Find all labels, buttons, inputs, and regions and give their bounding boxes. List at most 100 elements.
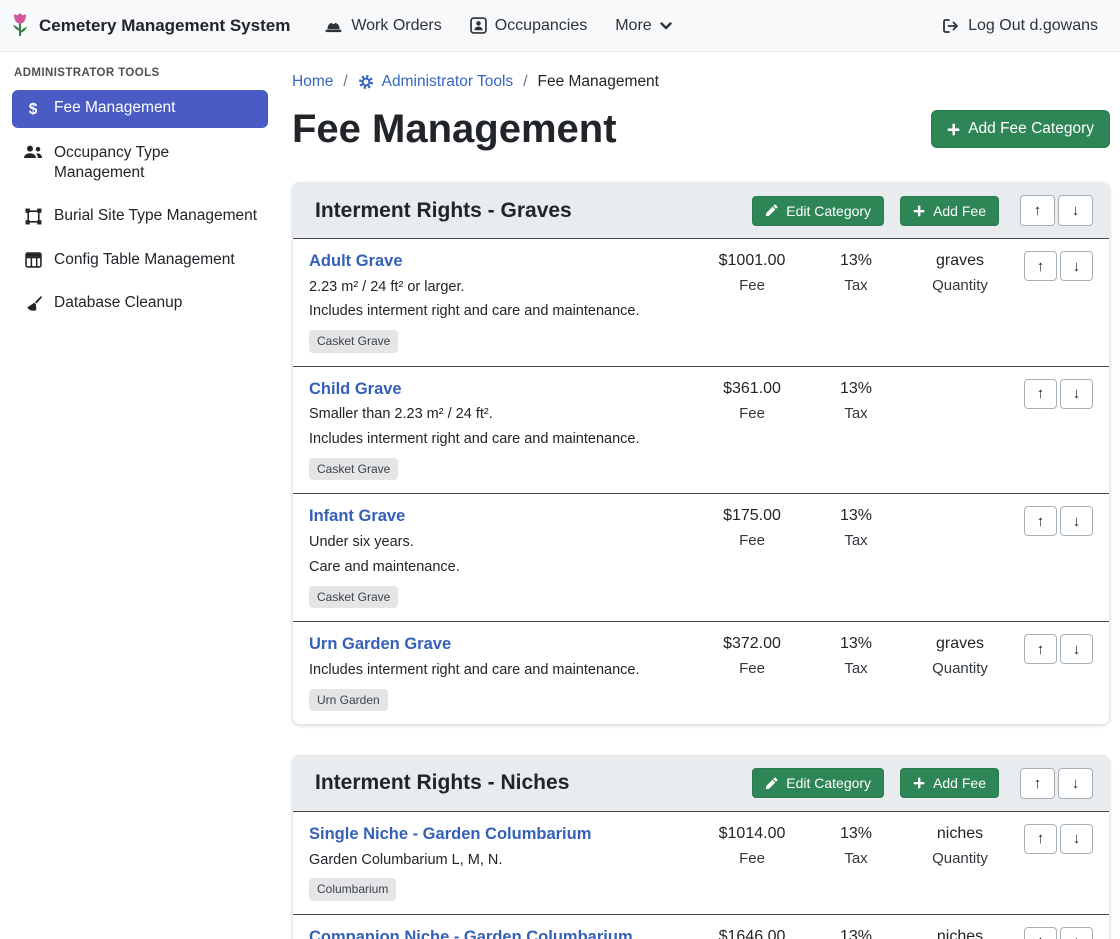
fee-row: Child Grave Smaller than 2.23 m² / 24 ft… xyxy=(293,366,1109,494)
move-fee-down-button[interactable]: ↓ xyxy=(1060,824,1093,854)
breadcrumb-admin-tools-link[interactable]: Administrator Tools xyxy=(358,73,514,91)
category-reorder-controls: ↑ ↓ xyxy=(1020,768,1093,799)
hard-hat-icon xyxy=(324,18,343,34)
nav-more-label: More xyxy=(615,17,651,35)
fee-amount-label: Fee xyxy=(699,405,805,422)
move-category-up-button[interactable]: ↑ xyxy=(1020,768,1055,799)
breadcrumb-admin-tools-label: Administrator Tools xyxy=(382,73,514,91)
move-fee-up-button[interactable]: ↑ xyxy=(1024,634,1057,664)
fee-amount-col: $1646.00 Fee xyxy=(699,927,805,939)
sidebar-item-config-table-management[interactable]: Config Table Management xyxy=(12,242,268,278)
fee-description: Garden Columbarium L, M, N. xyxy=(309,851,699,870)
fee-amount-col: $175.00 Fee xyxy=(699,506,805,549)
move-fee-down-button[interactable]: ↓ xyxy=(1060,927,1093,939)
flower-logo-icon xyxy=(10,12,30,39)
pencil-icon xyxy=(765,204,778,217)
move-category-down-button[interactable]: ↓ xyxy=(1058,768,1093,799)
add-fee-button[interactable]: Add Fee xyxy=(900,196,999,226)
fee-info: Infant Grave Under six years. Care and m… xyxy=(309,506,699,608)
add-fee-button[interactable]: Add Fee xyxy=(900,768,999,798)
move-category-up-button[interactable]: ↑ xyxy=(1020,195,1055,226)
breadcrumb-home-label: Home xyxy=(292,73,333,91)
gear-icon xyxy=(358,74,374,90)
sidebar-heading: ADMINISTRATOR TOOLS xyxy=(12,67,268,90)
nav-work-orders[interactable]: Work Orders xyxy=(324,17,441,35)
sidebar-administrator-tools: ADMINISTRATOR TOOLS $ Fee Management Occ… xyxy=(0,52,280,939)
edit-category-button[interactable]: Edit Category xyxy=(752,768,884,798)
move-fee-up-button[interactable]: ↑ xyxy=(1024,506,1057,536)
fee-tax-col: 13% Tax xyxy=(805,251,907,294)
top-navbar: Cemetery Management System Work Orders O… xyxy=(0,0,1120,52)
fee-amount: $372.00 xyxy=(699,635,805,653)
fee-quantity-col xyxy=(907,506,1013,514)
app-title: Cemetery Management System xyxy=(39,16,290,36)
sidebar-item-burial-site-type-management[interactable]: Burial Site Type Management xyxy=(12,198,268,234)
pencil-icon xyxy=(765,777,778,790)
fee-amount-col: $372.00 Fee xyxy=(699,634,805,677)
nav-occupancies[interactable]: Occupancies xyxy=(470,17,588,35)
category-title: Interment Rights - Niches xyxy=(315,771,752,795)
fee-category-card-graves: Interment Rights - Graves Edit Category xyxy=(292,182,1110,725)
fee-amount-label: Fee xyxy=(699,850,805,867)
fee-type-badge: Casket Grave xyxy=(309,458,398,480)
fee-tax-label: Tax xyxy=(805,532,907,549)
fee-quantity-label: Quantity xyxy=(907,277,1013,294)
sidebar-item-label: Burial Site Type Management xyxy=(54,206,257,226)
fee-quantity-label: Quantity xyxy=(907,660,1013,677)
move-category-down-button[interactable]: ↓ xyxy=(1058,195,1093,226)
fee-name-link[interactable]: Infant Grave xyxy=(309,506,405,527)
fee-description: 2.23 m² / 24 ft² or larger. xyxy=(309,278,699,297)
fee-amount-label: Fee xyxy=(699,660,805,677)
logout-icon xyxy=(942,18,960,34)
category-reorder-controls: ↑ ↓ xyxy=(1020,195,1093,226)
move-fee-down-button[interactable]: ↓ xyxy=(1060,251,1093,281)
add-fee-category-button[interactable]: Add Fee Category xyxy=(931,110,1110,148)
move-fee-up-button[interactable]: ↑ xyxy=(1024,251,1057,281)
fee-name-link[interactable]: Single Niche - Garden Columbarium xyxy=(309,824,591,845)
move-fee-up-button[interactable]: ↑ xyxy=(1024,379,1057,409)
plus-icon xyxy=(913,777,925,789)
nav-more[interactable]: More xyxy=(615,17,671,35)
people-icon xyxy=(22,143,44,159)
fee-description: Under six years. xyxy=(309,533,699,552)
vector-square-icon xyxy=(22,206,44,225)
logout-link[interactable]: Log Out d.gowans xyxy=(942,17,1098,35)
fee-amount: $361.00 xyxy=(699,380,805,398)
fee-quantity-col: graves Quantity xyxy=(907,634,1013,677)
fee-name-link[interactable]: Companion Niche - Garden Columbarium xyxy=(309,927,633,939)
fee-row: Companion Niche - Garden Columbarium Gar… xyxy=(293,914,1109,939)
fee-type-badge: Casket Grave xyxy=(309,586,398,608)
category-title: Interment Rights - Graves xyxy=(315,199,752,223)
edit-category-label: Edit Category xyxy=(786,775,871,791)
fee-name-link[interactable]: Urn Garden Grave xyxy=(309,634,451,655)
sidebar-item-occupancy-type-management[interactable]: Occupancy Type Management xyxy=(12,135,268,191)
fee-amount: $1014.00 xyxy=(699,825,805,843)
dollar-icon: $ xyxy=(22,98,44,120)
move-fee-down-button[interactable]: ↓ xyxy=(1060,506,1093,536)
fee-info: Urn Garden Grave Includes interment righ… xyxy=(309,634,699,711)
sidebar-item-fee-management[interactable]: $ Fee Management xyxy=(12,90,268,128)
move-fee-up-button[interactable]: ↑ xyxy=(1024,927,1057,939)
fee-name-link[interactable]: Adult Grave xyxy=(309,251,403,272)
breadcrumb-home-link[interactable]: Home xyxy=(292,73,333,91)
breadcrumb-current: Fee Management xyxy=(538,73,660,91)
fee-description: Includes interment right and care and ma… xyxy=(309,430,699,449)
fee-tax: 13% xyxy=(805,635,907,653)
chevron-down-icon xyxy=(660,22,672,30)
broom-icon xyxy=(22,293,44,312)
edit-category-button[interactable]: Edit Category xyxy=(752,196,884,226)
fee-description: Care and maintenance. xyxy=(309,558,699,577)
fee-tax: 13% xyxy=(805,825,907,843)
fee-description: Smaller than 2.23 m² / 24 ft². xyxy=(309,405,699,424)
fee-amount: $1001.00 xyxy=(699,252,805,270)
fee-amount: $1646.00 xyxy=(699,928,805,939)
sidebar-item-label: Config Table Management xyxy=(54,250,235,270)
fee-name-link[interactable]: Child Grave xyxy=(309,379,402,400)
sidebar-item-database-cleanup[interactable]: Database Cleanup xyxy=(12,285,268,321)
move-fee-up-button[interactable]: ↑ xyxy=(1024,824,1057,854)
category-actions: Edit Category Add Fee ↑ ↓ xyxy=(752,768,1093,799)
move-fee-down-button[interactable]: ↓ xyxy=(1060,634,1093,664)
fee-description: Includes interment right and care and ma… xyxy=(309,661,699,680)
move-fee-down-button[interactable]: ↓ xyxy=(1060,379,1093,409)
fee-info: Single Niche - Garden Columbarium Garden… xyxy=(309,824,699,901)
